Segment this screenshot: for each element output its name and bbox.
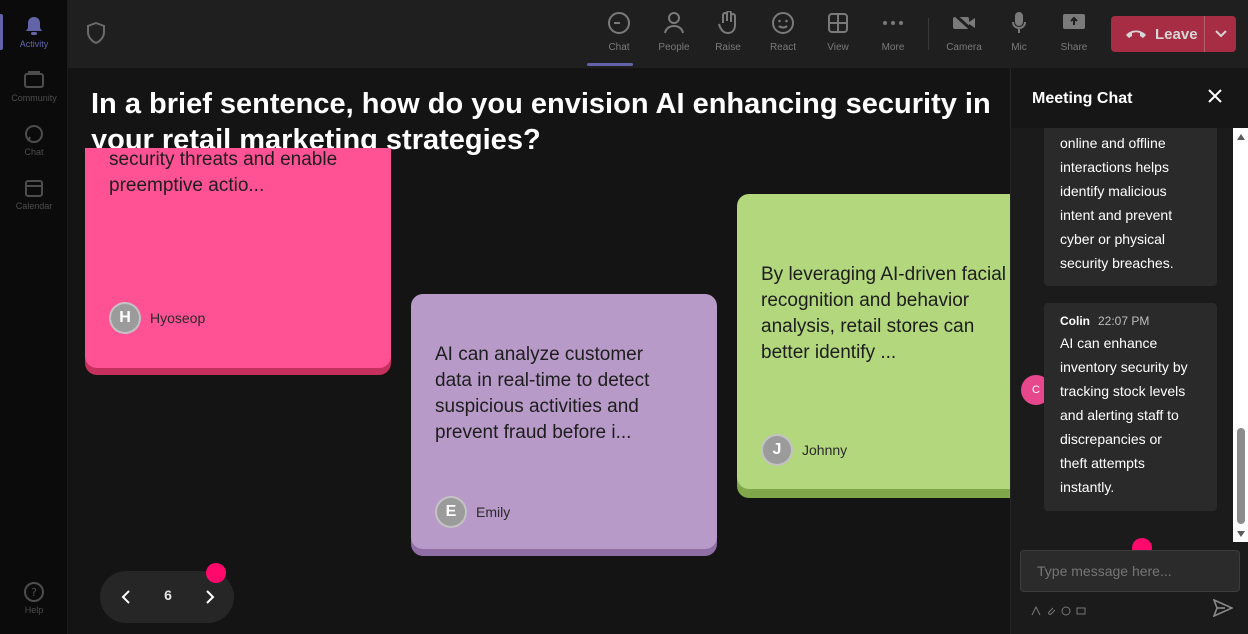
page-number: 6 — [164, 587, 172, 603]
raise-label: Raise — [715, 42, 741, 53]
share-button[interactable]: Share — [1048, 10, 1100, 60]
message-input[interactable] — [1020, 550, 1240, 592]
response-card[interactable]: By leveraging AI-driven facial recogniti… — [737, 194, 1010, 489]
gif-icon[interactable] — [1076, 603, 1086, 615]
chat-button[interactable]: Chat — [587, 10, 645, 66]
rail-item-activity[interactable]: Activity — [0, 6, 68, 58]
rail-label: Calendar — [15, 201, 53, 211]
author-name: Hyoseop — [150, 310, 206, 326]
emoji-icon[interactable] — [1061, 603, 1071, 616]
message-time: 22:07 PM — [1098, 314, 1150, 328]
help-icon: ? — [23, 581, 45, 603]
more-icon — [880, 10, 906, 36]
message-meta: Colin 22:07 PM — [1060, 314, 1149, 328]
mic-label: Mic — [1011, 42, 1027, 53]
send-icon[interactable] — [1212, 598, 1234, 619]
react-label: React — [769, 42, 797, 53]
chat-message: Colin 22:07 PM AI can enhance inventory s… — [1044, 303, 1217, 511]
chevron-right-icon[interactable] — [198, 585, 222, 609]
card-author: E Emily — [435, 496, 510, 528]
rail-label: Activity — [19, 39, 49, 49]
avatar: H — [109, 302, 141, 334]
view-button[interactable]: View — [812, 10, 864, 60]
left-rail: Activity Community Chat Calendar ? Help — [0, 0, 68, 634]
shield-icon[interactable] — [86, 21, 108, 46]
people-icon — [661, 10, 687, 36]
leave-label: Leave — [1155, 25, 1198, 43]
chat-message: online and offline interactions helps id… — [1044, 128, 1217, 286]
message-text: AI can enhance inventory security by tra… — [1060, 335, 1188, 495]
scroll-up-arrow[interactable] — [1237, 134, 1245, 140]
chat-panel: Meeting Chat online and offline interact… — [1010, 68, 1248, 634]
hand-icon — [715, 10, 741, 36]
mic-button[interactable]: Mic — [993, 10, 1045, 60]
meeting-toolbar: Chat People Raise React View More Camera… — [68, 0, 1248, 68]
view-label: View — [827, 42, 849, 53]
author-name: Johnny — [802, 442, 848, 458]
more-button[interactable]: More — [867, 10, 919, 60]
rail-label: Community — [11, 93, 57, 103]
leave-button[interactable]: Leave — [1111, 16, 1236, 52]
chat-scrollbar[interactable] — [1233, 128, 1248, 542]
rail-label: Help — [24, 605, 44, 615]
message-list: online and offline interactions helps id… — [1011, 128, 1233, 542]
react-button[interactable]: React — [757, 10, 809, 60]
rail-label: Chat — [24, 147, 44, 157]
chat-icon — [23, 123, 45, 145]
response-card[interactable]: AI can analyze customer data in real-tim… — [411, 294, 717, 549]
rail-item-help[interactable]: ? Help — [0, 572, 68, 624]
toolbar-divider — [928, 18, 929, 50]
svg-text:?: ? — [31, 586, 37, 599]
mic-icon — [1006, 10, 1032, 36]
message-sender: Colin — [1060, 314, 1090, 328]
rail-item-calendar[interactable]: Calendar — [0, 168, 68, 220]
community-icon — [23, 69, 45, 91]
avatar: J — [761, 434, 793, 466]
chat-header: Meeting Chat — [1011, 68, 1248, 128]
chat-title: Meeting Chat — [1032, 90, 1133, 107]
format-icon[interactable] — [1031, 603, 1041, 616]
meeting-app: Activity Community Chat Calendar ? Help — [0, 0, 1248, 634]
people-button[interactable]: People — [648, 10, 700, 60]
chevron-down-icon[interactable] — [1204, 16, 1236, 52]
pointer-dot — [206, 563, 226, 583]
message-text: online and offline interactions helps id… — [1060, 135, 1174, 271]
bell-icon — [23, 15, 45, 37]
share-label: Share — [1060, 42, 1088, 53]
camera-button[interactable]: Camera — [938, 10, 990, 60]
card-author: J Johnny — [761, 434, 847, 466]
author-name: Emily — [476, 504, 511, 520]
camera-off-icon — [951, 10, 977, 36]
attach-icon[interactable] — [1046, 603, 1056, 615]
calendar-icon — [23, 177, 45, 199]
camera-label: Camera — [946, 42, 982, 53]
scroll-thumb[interactable] — [1237, 428, 1245, 524]
rail-item-community[interactable]: Community — [0, 60, 68, 112]
avatar: E — [435, 496, 467, 528]
people-label: People — [658, 42, 690, 53]
chat-icon — [606, 10, 632, 36]
response-card[interactable]: security threats and enable preemptive a… — [85, 148, 391, 368]
close-icon[interactable] — [1208, 89, 1226, 107]
format-toolbar — [1031, 603, 1086, 616]
chevron-left-icon[interactable] — [114, 585, 138, 609]
whiteboard-stage: In a brief sentence, how do you envision… — [68, 68, 1010, 634]
more-label: More — [881, 42, 905, 53]
rail-item-chat[interactable]: Chat — [0, 114, 68, 166]
grid-icon — [825, 10, 851, 36]
card-author: H Hyoseop — [109, 302, 205, 334]
scroll-down-arrow[interactable] — [1237, 531, 1245, 537]
card-text: security threats and enable preemptive a… — [109, 149, 338, 196]
raise-hand-button[interactable]: Raise — [702, 10, 754, 60]
card-text: By leveraging AI-driven facial recogniti… — [761, 264, 1007, 363]
card-text: AI can analyze customer data in real-tim… — [435, 344, 650, 443]
smiley-icon — [770, 10, 796, 36]
share-screen-icon — [1061, 10, 1087, 36]
chat-label: Chat — [608, 42, 630, 53]
phone-hangup-icon — [1125, 27, 1147, 41]
